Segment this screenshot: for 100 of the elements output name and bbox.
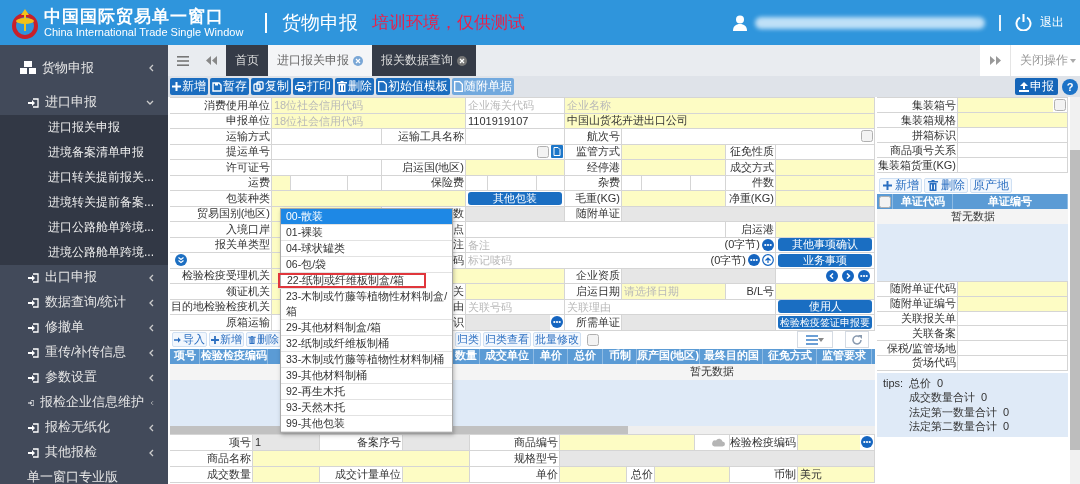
dropdown-option[interactable]: 33-木制或竹藤等植物性材料制桶 — [281, 352, 452, 368]
close-icon[interactable] — [457, 55, 467, 66]
fast-forward-icon[interactable] — [989, 56, 1001, 65]
previous-icon[interactable] — [826, 269, 838, 282]
menu-item[interactable]: 出口申报 — [0, 265, 168, 290]
dropdown-option[interactable]: 93-天然木托 — [281, 400, 452, 416]
checkbox[interactable] — [861, 130, 873, 143]
input-field[interactable] — [798, 434, 860, 450]
plus-icon — [211, 335, 219, 344]
dropdown-option[interactable]: 00-散装 — [281, 209, 452, 225]
dropdown-option[interactable]: 32-纸制或纤维板制桶 — [281, 336, 452, 352]
dropdown-option[interactable]: 39-其他材料制桶 — [281, 368, 452, 384]
help-button[interactable]: ? — [1062, 78, 1078, 95]
more-icon[interactable] — [748, 254, 760, 267]
input-field[interactable] — [776, 191, 874, 206]
submenu-item[interactable]: 进口转关提前报关... — [0, 165, 168, 190]
dropdown-option[interactable]: 99-其他包装 — [281, 416, 452, 432]
checkbox[interactable] — [537, 145, 549, 158]
toolbar-button[interactable]: 暂存 — [210, 78, 249, 95]
upload-icon[interactable] — [762, 254, 774, 267]
input-field[interactable] — [958, 113, 1067, 127]
menu-item[interactable]: 进口申报 — [0, 90, 168, 115]
dropdown-option[interactable]: 92-再生木托 — [281, 384, 452, 400]
input-field[interactable] — [776, 222, 874, 237]
refresh-button[interactable] — [845, 331, 869, 348]
tab[interactable]: 首页 — [226, 45, 268, 76]
next-icon[interactable] — [842, 269, 854, 282]
input-field[interactable] — [776, 284, 874, 299]
list-button[interactable]: 归类查看 — [483, 332, 531, 347]
input-field[interactable] — [776, 160, 874, 175]
dropdown-option[interactable]: 01-裸装 — [281, 225, 452, 241]
list-button[interactable]: 删除 — [924, 178, 968, 193]
list-button[interactable]: 归类 — [455, 332, 481, 347]
input-field[interactable] — [622, 191, 725, 206]
more-icon[interactable] — [858, 269, 870, 282]
action-button[interactable]: 其他包装 — [468, 191, 562, 205]
menu-item[interactable]: 单一窗口专业版 — [0, 465, 168, 484]
list-button[interactable]: 批量修改 — [533, 332, 581, 347]
list-button[interactable]: 新增 — [209, 332, 244, 347]
dropdown-menu[interactable]: 00-散装 01-裸装 04-球状罐类 06-包/袋 22-纸制或纤维板制盒/箱 23-木制或竹藤等植物性材料制盒/箱 29-其他材料制盒/箱 32-纸制或纤维板制桶 33-木制或竹藤等植物性材料制桶 39-其他材料制桶 92-再生木托 93-天然木托 99-其他包装 — [280, 208, 453, 433]
login-icon — [28, 297, 39, 308]
view-menu-button[interactable] — [797, 331, 833, 348]
input-field[interactable] — [560, 434, 694, 450]
dropdown-option[interactable]: 23-木制或竹藤等植物性材料制盒/箱 — [281, 289, 452, 320]
action-button[interactable]: 检验检疫签证申报要 — [778, 315, 872, 329]
dropdown-option[interactable]: 04-球状罐类 — [281, 241, 452, 257]
input-field[interactable]: 请选择日期 — [622, 284, 725, 299]
menu-item[interactable]: 重传/补传信息 — [0, 340, 168, 365]
list-button[interactable]: 导入 — [172, 332, 207, 347]
action-button[interactable]: 其他事项确认 — [778, 238, 872, 252]
list-button[interactable]: 删除 — [246, 332, 281, 347]
input-field[interactable] — [466, 284, 564, 299]
input-field[interactable] — [958, 282, 1067, 296]
power-icon[interactable] — [1015, 14, 1032, 31]
checkbox[interactable] — [878, 195, 891, 208]
input-field[interactable]: 18位社会信用代码 — [272, 98, 465, 113]
toolbar-button[interactable]: 打印 — [293, 78, 333, 95]
menu-item[interactable]: 修撤单 — [0, 315, 168, 340]
toolbar-button[interactable]: 新增 — [170, 78, 208, 95]
more-icon[interactable] — [861, 436, 873, 448]
submenu-item[interactable]: 进境公路舱单跨境... — [0, 240, 168, 265]
more-icon[interactable] — [762, 238, 774, 251]
submenu-item[interactable]: 进境备案清单申报 — [0, 140, 168, 165]
checkbox[interactable] — [587, 333, 599, 346]
submenu-item[interactable]: 进口报关申报 — [0, 115, 168, 140]
tab[interactable]: 报关数据查询 — [372, 45, 476, 76]
cloud-icon[interactable] — [711, 437, 725, 447]
expand-icon[interactable] — [175, 254, 187, 267]
dropdown-option[interactable]: 06-包/袋 — [281, 257, 452, 273]
toolbar-button[interactable]: 删除 — [335, 78, 374, 95]
input-field[interactable] — [622, 160, 725, 175]
field-label: 消费使用单位 — [170, 98, 272, 114]
menu-item[interactable]: 数据查询/统计 — [0, 290, 168, 315]
menu-item[interactable]: 其他报检 — [0, 440, 168, 465]
action-button[interactable]: 使用人 — [778, 300, 872, 314]
dropdown-option[interactable]: 22-纸制或纤维板制盒/箱 — [278, 273, 426, 289]
menu-item[interactable]: 报检企业信息维护 — [0, 390, 168, 415]
action-button[interactable]: 业务事项 — [778, 253, 872, 267]
field-label: 集装箱号 — [877, 98, 958, 113]
rewind-icon[interactable] — [206, 56, 217, 65]
input-field[interactable] — [958, 98, 1053, 112]
submenu-item[interactable]: 进口公路舱单跨境... — [0, 215, 168, 240]
document-icon[interactable] — [551, 145, 563, 159]
menu-icon[interactable] — [176, 55, 189, 66]
dropdown-option[interactable]: 29-其他材料制盒/箱 — [281, 320, 452, 336]
toolbar-button[interactable]: 初始值模板 — [376, 78, 450, 95]
menu-item[interactable]: 参数设置 — [0, 365, 168, 390]
menu-section[interactable]: 货物申报 — [0, 45, 168, 90]
list-button[interactable]: 原产地 — [970, 178, 1012, 193]
toolbar-button[interactable]: 复制 — [251, 78, 291, 95]
more-icon[interactable] — [551, 316, 563, 329]
input-field[interactable] — [272, 191, 465, 206]
checkbox[interactable] — [1054, 99, 1066, 111]
input-field[interactable] — [466, 160, 564, 175]
menu-item[interactable]: 报检无纸化 — [0, 415, 168, 440]
submit-button[interactable]: 申报 — [1015, 78, 1058, 95]
submenu-item[interactable]: 进境转关提前备案... — [0, 190, 168, 215]
tab[interactable]: 进口报关申报 — [268, 45, 372, 76]
field-label: 关联备案 — [877, 326, 958, 342]
list-button[interactable]: 新增 — [879, 178, 922, 193]
